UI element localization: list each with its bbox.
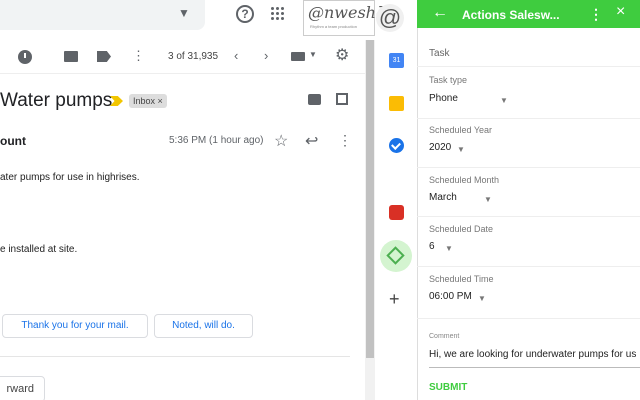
top-bar: ▼ ? @nweshā Rhythm a team production bbox=[0, 0, 386, 38]
comment-label: Comment bbox=[429, 333, 460, 340]
scheduled-date-select[interactable]: 6 bbox=[429, 241, 435, 252]
more-actions-icon[interactable]: ⋮ bbox=[132, 48, 145, 64]
divider bbox=[417, 266, 640, 267]
message-counter: 3 of 31,935 bbox=[168, 51, 219, 62]
divider bbox=[417, 118, 640, 119]
scheduled-year-label: Scheduled Year bbox=[429, 125, 493, 135]
email-body-line: e installed at site. bbox=[0, 244, 78, 255]
account-avatar[interactable]: @ bbox=[376, 4, 404, 32]
chevron-left-icon[interactable]: ‹ bbox=[234, 48, 238, 64]
chevron-down-icon[interactable]: ▼ bbox=[500, 96, 508, 105]
scrollbar-thumb[interactable] bbox=[366, 40, 374, 358]
help-icon[interactable]: ? bbox=[236, 5, 254, 23]
apps-grid-icon[interactable] bbox=[271, 7, 285, 21]
divider bbox=[417, 66, 640, 67]
comment-input[interactable]: Hi, we are looking for underwater pumps … bbox=[429, 349, 640, 360]
calendar-icon[interactable]: 31 bbox=[389, 53, 404, 68]
scheduled-date-label: Scheduled Date bbox=[429, 224, 494, 234]
forward-button[interactable]: rward bbox=[0, 376, 45, 400]
inbox-label-chip[interactable]: Inbox × bbox=[129, 94, 167, 108]
comment-input-underline bbox=[429, 367, 640, 368]
reply-icon[interactable]: ↩ bbox=[305, 131, 318, 151]
divider bbox=[0, 356, 350, 357]
addon-panel-title: Actions Salesw... bbox=[462, 8, 560, 22]
smart-reply-button[interactable]: Thank you for your mail. bbox=[2, 314, 148, 338]
scheduled-month-label: Scheduled Month bbox=[429, 175, 500, 185]
scheduled-time-label: Scheduled Time bbox=[429, 274, 494, 284]
chevron-down-icon[interactable]: ▼ bbox=[484, 195, 492, 204]
task-type-label: Task type bbox=[429, 75, 468, 85]
brand-logo[interactable]: @nweshā Rhythm a team production bbox=[303, 0, 386, 36]
close-icon[interactable]: × bbox=[616, 3, 625, 21]
star-icon[interactable]: ☆ bbox=[274, 131, 288, 151]
brand-logo-text: @nweshā bbox=[308, 3, 386, 22]
divider bbox=[417, 318, 640, 319]
message-time: 5:36 PM (1 hour ago) bbox=[169, 135, 264, 146]
get-addons-plus-icon[interactable]: + bbox=[389, 289, 400, 310]
smart-reply-button[interactable]: Noted, will do. bbox=[154, 314, 253, 338]
snooze-icon[interactable] bbox=[18, 50, 32, 64]
chevron-down-icon[interactable]: ▼ bbox=[478, 294, 486, 303]
task-type-select[interactable]: Phone bbox=[429, 93, 458, 104]
input-tools-caret-icon[interactable]: ▼ bbox=[309, 50, 317, 59]
chevron-down-icon[interactable]: ▼ bbox=[445, 244, 453, 253]
search-options-icon[interactable]: ▼ bbox=[178, 6, 190, 20]
sender-name: ount bbox=[0, 134, 26, 148]
divider bbox=[417, 216, 640, 217]
open-in-new-window-icon[interactable] bbox=[336, 93, 348, 105]
move-to-icon[interactable] bbox=[64, 51, 78, 62]
scheduled-year-select[interactable]: 2020 bbox=[429, 142, 451, 153]
chevron-right-icon[interactable]: › bbox=[264, 48, 268, 64]
input-tools-icon[interactable] bbox=[291, 52, 305, 61]
keep-icon[interactable] bbox=[389, 96, 404, 111]
search-box[interactable] bbox=[0, 0, 205, 30]
brand-logo-subtitle: Rhythm a team production bbox=[310, 24, 357, 29]
divider bbox=[417, 167, 640, 168]
section-title: Task bbox=[429, 48, 450, 59]
addon-icon[interactable] bbox=[389, 205, 404, 220]
addon-more-icon[interactable]: ⋮ bbox=[589, 6, 603, 23]
gear-icon[interactable]: ⚙ bbox=[335, 48, 349, 64]
print-icon[interactable] bbox=[308, 94, 321, 105]
scheduled-time-select[interactable]: 06:00 PM bbox=[429, 291, 472, 302]
scheduled-month-select[interactable]: March bbox=[429, 192, 457, 203]
tasks-icon[interactable] bbox=[389, 138, 404, 153]
email-subject: Water pumps bbox=[0, 90, 113, 111]
submit-button[interactable]: SUBMIT bbox=[429, 382, 467, 393]
message-more-icon[interactable]: ⋮ bbox=[338, 132, 352, 149]
chevron-down-icon[interactable]: ▼ bbox=[457, 145, 465, 154]
gmail-window: ▼ ? @nweshā Rhythm a team production @ ⋮… bbox=[0, 0, 640, 400]
email-body-line: ater pumps for use in highrises. bbox=[0, 172, 140, 183]
back-arrow-icon[interactable]: ← bbox=[432, 4, 448, 22]
